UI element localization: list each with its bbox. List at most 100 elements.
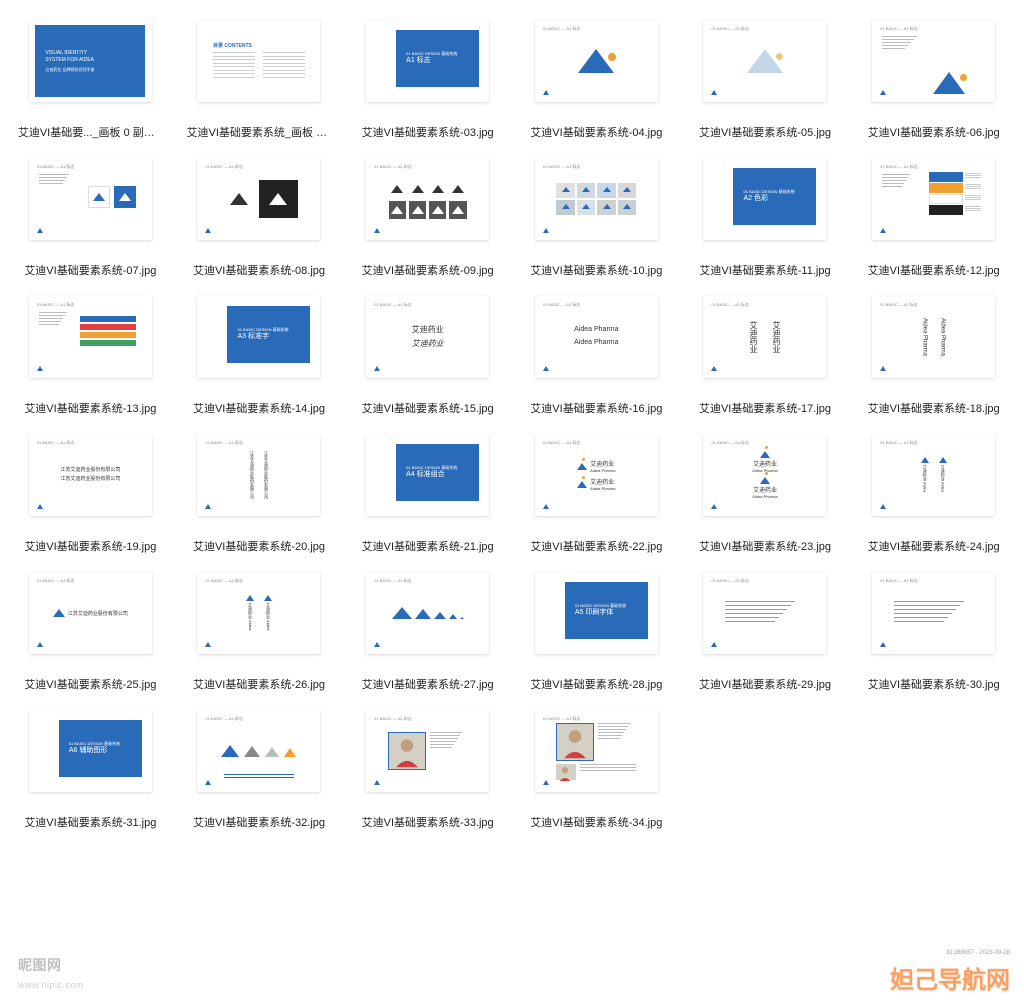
file-cell[interactable]: 01 BASIC DESIGN 基础系统A4 标准组合艾迪VI基础要素系统-21… <box>351 434 504 554</box>
file-cell[interactable]: 01 BASIC — A1.标志艾迪VI基础要素系统-10.jpg <box>520 158 673 278</box>
thumbnail-image[interactable]: 01 BASIC — A1.标志 <box>366 158 489 240</box>
thumbnail-image[interactable]: 01 BASIC — A1.标志艾迪药业 Aidea艾迪药业 Aidea <box>197 572 320 654</box>
thumbnail-image[interactable]: 01 BASIC — A1.标志 <box>197 710 320 792</box>
thumbnail-image[interactable]: 01 BASIC — A1.标志 <box>703 572 826 654</box>
file-cell[interactable]: 01 BASIC — A1.标志艾迪VI基础要素系统-13.jpg <box>14 296 167 416</box>
file-cell[interactable]: 01 BASIC — A1.标志艾迪VI基础要素系统-08.jpg <box>183 158 336 278</box>
thumbnail-image[interactable]: 01 BASIC — A1.标志 <box>535 20 658 102</box>
thumbnail-image[interactable]: 01 BASIC — A1.标志 <box>366 710 489 792</box>
thumbnail-image[interactable]: 01 BASIC DESIGN 基础系统A5 印刷字体 <box>535 572 658 654</box>
filename-label: 艾迪VI基础要素系统-20.jpg <box>193 538 325 554</box>
file-cell[interactable]: 01 BASIC DESIGN 基础系统A1 标志艾迪VI基础要素系统-03.j… <box>351 20 504 140</box>
watermark-id: ID:269057 · 2023-09-28 <box>946 950 1010 956</box>
filename-label: 艾迪VI基础要素系统-28.jpg <box>530 676 662 692</box>
file-cell[interactable]: 01 BASIC — A1.标志艾迪VI基础要素系统-04.jpg <box>520 20 673 140</box>
filename-label: 艾迪VI基础要素系统-10.jpg <box>530 262 662 278</box>
thumbnail-image[interactable]: 01 BASIC — A1.标志艾迪药业Aidea Pharma艾迪药业Aide… <box>703 434 826 516</box>
thumbnail-image[interactable]: 01 BASIC — A1.标志艾迪药业艾迪药业 <box>366 296 489 378</box>
file-cell[interactable]: 01 BASIC — A1.标志艾迪VI基础要素系统-12.jpg <box>857 158 1010 278</box>
file-cell[interactable]: 01 BASIC DESIGN 基础系统A3 标准字艾迪VI基础要素系统-14.… <box>183 296 336 416</box>
thumbnail-image[interactable]: 01 BASIC — A1.标志 <box>29 296 152 378</box>
filename-label: 艾迪VI基础要素系统-07.jpg <box>24 262 156 278</box>
watermark-left: 昵图网 www.nipic.com <box>18 955 84 991</box>
file-cell[interactable]: 01 BASIC — A1.标志艾迪药业 Aidea艾迪药业 Aidea 艾迪VI… <box>857 434 1010 554</box>
thumbnail-image[interactable]: 01 BASIC — A1.标志 <box>366 572 489 654</box>
thumbnail-image[interactable]: 01 BASIC DESIGN 基础系统A1 标志 <box>366 20 489 102</box>
file-cell[interactable]: 01 BASIC — A1.标志艾迪VI基础要素系统-30.jpg <box>857 572 1010 692</box>
filename-label: 艾迪VI基础要素系统-03.jpg <box>362 124 494 140</box>
filename-label: 艾迪VI基础要素系统-24.jpg <box>868 538 1000 554</box>
file-cell[interactable]: 01 BASIC — A1.标志Aidea PharmaAidea Pharma… <box>520 296 673 416</box>
filename-label: 艾迪VI基础要素系统-08.jpg <box>193 262 325 278</box>
filename-label: 艾迪VI基础要素系统-19.jpg <box>24 538 156 554</box>
filename-label: 艾迪VI基础要素系统-06.jpg <box>868 124 1000 140</box>
file-cell[interactable]: 01 BASIC — A1.标志艾迪VI基础要素系统-34.jpg <box>520 710 673 830</box>
watermark-right: ID:269057 · 2023-09-28 妲己导航网 <box>890 960 1010 995</box>
thumbnail-image[interactable]: 01 BASIC — A1.标志 <box>703 20 826 102</box>
filename-label: 艾迪VI基础要..._画板 0 副本.jpg <box>18 124 163 140</box>
thumbnail-image[interactable]: 01 BASIC DESIGN 基础系统A2 色彩 <box>703 158 826 240</box>
thumbnail-image[interactable]: 01 BASIC — A1.标志江苏艾迪药业股份有限公司 <box>29 572 152 654</box>
thumbnail-image[interactable]: 01 BASIC — A1.标志 <box>872 158 995 240</box>
thumbnail-image[interactable]: 01 BASIC — A1.标志 <box>872 572 995 654</box>
file-cell[interactable]: 01 BASIC — A1.标志艾迪药业Aidea Pharma艾迪药业Aide… <box>689 434 842 554</box>
file-cell[interactable]: 01 BASIC — A1.标志艾迪VI基础要素系统-07.jpg <box>14 158 167 278</box>
file-cell[interactable]: 01 BASIC — A1.标志艾迪VI基础要素系统-05.jpg <box>689 20 842 140</box>
file-cell[interactable]: 01 BASIC DESIGN 基础系统A5 印刷字体艾迪VI基础要素系统-28… <box>520 572 673 692</box>
thumbnail-image[interactable]: 01 BASIC — A1.标志艾迪药业Aidea Pharma艾迪药业Aide… <box>535 434 658 516</box>
thumbnail-image[interactable]: 01 BASIC — A1.标志 <box>29 158 152 240</box>
file-cell[interactable]: 01 BASIC DESIGN 基础系统A6 辅助图形艾迪VI基础要素系统-31… <box>14 710 167 830</box>
filename-label: 艾迪VI基础要素系统-34.jpg <box>530 814 662 830</box>
file-cell[interactable]: 01 BASIC — A1.标志艾迪药业Aidea Pharma艾迪药业Aide… <box>520 434 673 554</box>
thumbnail-image[interactable]: 01 BASIC — A1.标志 <box>535 710 658 792</box>
filename-label: 艾迪VI基础要素系统-31.jpg <box>24 814 156 830</box>
file-cell[interactable]: 目录 CONTENTS 艾迪VI基础要素系统_画板 1.jpg <box>183 20 336 140</box>
filename-label: 艾迪VI基础要素系统-14.jpg <box>193 400 325 416</box>
thumbnail-image[interactable]: 01 BASIC — A1.标志 <box>535 158 658 240</box>
file-cell[interactable]: 01 BASIC — A1.标志Aidea PharmaAidea Pharma… <box>857 296 1010 416</box>
thumbnail-image[interactable]: 01 BASIC — A1.标志艾迪药业 Aidea艾迪药业 Aidea <box>872 434 995 516</box>
file-cell[interactable]: 01 BASIC — A1.标志艾迪VI基础要素系统-09.jpg <box>351 158 504 278</box>
thumbnail-image[interactable]: 01 BASIC — A1.标志Aidea PharmaAidea Pharma <box>872 296 995 378</box>
thumbnail-image[interactable]: 目录 CONTENTS <box>197 20 320 102</box>
file-cell[interactable]: 01 BASIC — A1.标志江苏艾迪药业股份有限公司艾迪VI基础要素系统-2… <box>14 572 167 692</box>
file-cell[interactable]: 01 BASIC — A1.标志艾迪VI基础要素系统-29.jpg <box>689 572 842 692</box>
filename-label: 艾迪VI基础要素系统-11.jpg <box>699 262 830 278</box>
thumbnail-image[interactable]: 01 BASIC — A1.标志Aidea PharmaAidea Pharma <box>535 296 658 378</box>
filename-label: 艾迪VI基础要素系统-27.jpg <box>362 676 494 692</box>
file-cell[interactable]: 01 BASIC — A1.标志艾迪VI基础要素系统-32.jpg <box>183 710 336 830</box>
file-cell[interactable]: 01 BASIC — A1.标志艾迪药业艾迪药业艾迪VI基础要素系统-17.jp… <box>689 296 842 416</box>
file-cell[interactable]: 01 BASIC DESIGN 基础系统A2 色彩艾迪VI基础要素系统-11.j… <box>689 158 842 278</box>
filename-label: 艾迪VI基础要素系统-12.jpg <box>868 262 1000 278</box>
thumbnail-image[interactable]: 01 BASIC DESIGN 基础系统A4 标准组合 <box>366 434 489 516</box>
filename-label: 艾迪VI基础要素系统-23.jpg <box>699 538 831 554</box>
file-cell[interactable]: VISUAL IDENTITYSYSTEM FOR AIDEA艾迪药业 品牌视觉… <box>14 20 167 140</box>
filename-label: 艾迪VI基础要素系统-17.jpg <box>699 400 831 416</box>
watermark-left-text: 昵图网 <box>18 957 62 973</box>
file-cell[interactable]: 01 BASIC — A1.标志江苏艾迪药业股份有限公司江苏艾迪药业股份有限公司… <box>14 434 167 554</box>
filename-label: 艾迪VI基础要素系统-05.jpg <box>699 124 831 140</box>
filename-label: 艾迪VI基础要素系统-21.jpg <box>362 538 494 554</box>
file-cell[interactable]: 01 BASIC — A1.标志艾迪VI基础要素系统-33.jpg <box>351 710 504 830</box>
file-cell[interactable]: 01 BASIC — A1.标志艾迪药业 Aidea艾迪药业 Aidea艾迪VI… <box>183 572 336 692</box>
thumbnail-image[interactable]: VISUAL IDENTITYSYSTEM FOR AIDEA艾迪药业 品牌视觉… <box>29 20 152 102</box>
thumbnail-image[interactable]: 01 BASIC — A1.标志江苏艾迪药业股份有限公司江苏艾迪药业股份有限公司 <box>197 434 320 516</box>
thumbnail-image[interactable]: 01 BASIC — A1.标志江苏艾迪药业股份有限公司江苏艾迪药业股份有限公司 <box>29 434 152 516</box>
filename-label: 艾迪VI基础要素系统-30.jpg <box>868 676 1000 692</box>
thumbnail-image[interactable]: 01 BASIC — A1.标志艾迪药业艾迪药业 <box>703 296 826 378</box>
filename-label: 艾迪VI基础要素系统-29.jpg <box>699 676 831 692</box>
filename-label: 艾迪VI基础要素系统-33.jpg <box>362 814 494 830</box>
filename-label: 艾迪VI基础要素系统-04.jpg <box>530 124 662 140</box>
thumbnail-grid: VISUAL IDENTITYSYSTEM FOR AIDEA艾迪药业 品牌视觉… <box>0 0 1024 850</box>
file-cell[interactable]: 01 BASIC — A1.标志江苏艾迪药业股份有限公司江苏艾迪药业股份有限公司… <box>183 434 336 554</box>
filename-label: 艾迪VI基础要素系统-15.jpg <box>362 400 494 416</box>
thumbnail-image[interactable]: 01 BASIC — A1.标志 <box>872 20 995 102</box>
filename-label: 艾迪VI基础要素系统-13.jpg <box>24 400 156 416</box>
file-cell[interactable]: 01 BASIC — A1.标志艾迪药业艾迪药业艾迪VI基础要素系统-15.jp… <box>351 296 504 416</box>
filename-label: 艾迪VI基础要素系统_画板 1.jpg <box>186 124 331 140</box>
file-cell[interactable]: 01 BASIC — A1.标志艾迪VI基础要素系统-06.jpg <box>857 20 1010 140</box>
file-cell[interactable]: 01 BASIC — A1.标志艾迪VI基础要素系统-27.jpg <box>351 572 504 692</box>
thumbnail-image[interactable]: 01 BASIC — A1.标志 <box>197 158 320 240</box>
thumbnail-image[interactable]: 01 BASIC DESIGN 基础系统A3 标准字 <box>197 296 320 378</box>
thumbnail-image[interactable]: 01 BASIC DESIGN 基础系统A6 辅助图形 <box>29 710 152 792</box>
